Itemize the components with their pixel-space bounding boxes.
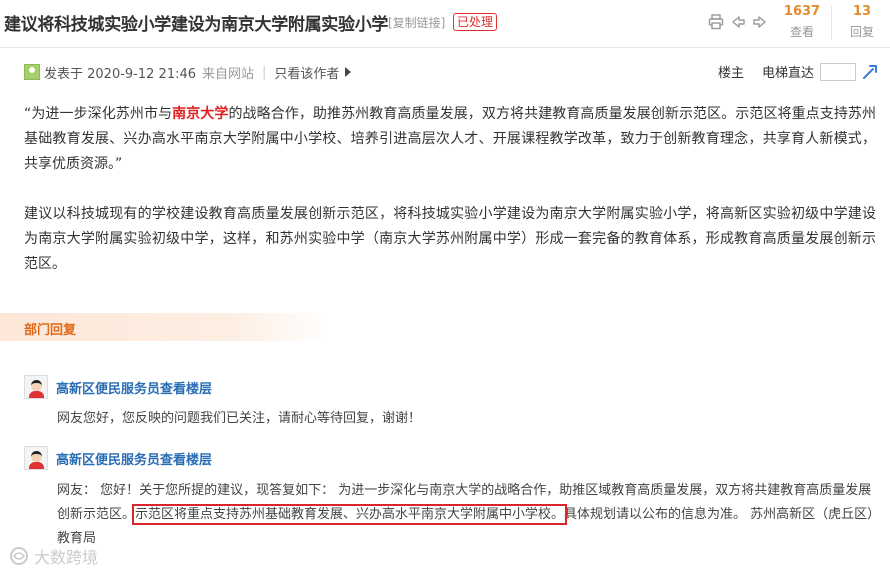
post-content: “为进一步深化苏州市与南京大学的战略合作，助推苏州教育高质量发展，双方将共建教育… bbox=[24, 102, 876, 277]
previous-thread-icon[interactable] bbox=[730, 14, 746, 30]
reply-count-number: 13 bbox=[852, 4, 872, 19]
post-source: 来自网站 bbox=[202, 66, 255, 82]
thread-title: 建议将科技城实验小学建设为南京大学附属实验小学 bbox=[4, 15, 389, 35]
floor-number-input[interactable] bbox=[820, 62, 857, 81]
post-meta: 发表于 2020-9-12 21:46 来自网站 | 只看该作者 bbox=[24, 62, 352, 82]
status-badge: 已处理 bbox=[453, 13, 498, 31]
post-paragraph-2: 建议以科技城现有的学校建设教育高质量发展创新示范区，将科技城实验小学建设为南京大… bbox=[24, 206, 876, 272]
watermark-text: 大数跨境 bbox=[34, 548, 99, 567]
department-reply-title: 部门回复 bbox=[24, 323, 77, 338]
department-reply-banner: 部门回复 bbox=[0, 313, 330, 341]
stat-divider bbox=[831, 6, 832, 40]
posted-at: 发表于 2020-9-12 21:46 bbox=[44, 66, 197, 82]
view-count-number: 1637 bbox=[783, 4, 821, 19]
reply-author-link[interactable]: 高新区便民服务员查看楼层 bbox=[56, 449, 212, 468]
watermark-logo-icon bbox=[10, 547, 28, 565]
post-paragraph-1: “为进一步深化苏州市与南京大学的战略合作，助推苏州教育高质量发展，双方将共建教育… bbox=[24, 106, 877, 172]
floor-navigation: 楼主 电梯直达 bbox=[718, 62, 878, 81]
go-floor-icon[interactable] bbox=[862, 64, 878, 80]
reply-count: 13 回复 bbox=[844, 4, 880, 40]
reply-text: 网友您好，您反映的问题我们已关注，请耐心等待回复，谢谢！ bbox=[57, 411, 422, 426]
author-only-link[interactable]: 只看该作者 bbox=[274, 63, 339, 82]
reply-header: 高新区便民服务员查看楼层 bbox=[24, 374, 212, 400]
thread-owner-label: 楼主 bbox=[718, 66, 745, 81]
avatar bbox=[24, 375, 48, 399]
avatar bbox=[24, 446, 48, 470]
view-count-label: 查看 bbox=[789, 25, 814, 39]
triangle-right-icon bbox=[345, 67, 352, 77]
meta-separator: | bbox=[262, 64, 267, 80]
watermark: 大数跨境 bbox=[8, 544, 98, 568]
reply-count-label: 回复 bbox=[849, 25, 874, 39]
highlighted-keyword: 南京大学 bbox=[172, 106, 229, 122]
highlighted-reply-sentence: 示范区将重点支持苏州基础教育发展、兴办高水平南京大学附属中小学校。 bbox=[132, 504, 568, 525]
reply-author-link[interactable]: 高新区便民服务员查看楼层 bbox=[56, 378, 212, 397]
reply-header: 高新区便民服务员查看楼层 bbox=[24, 445, 212, 471]
toolbar bbox=[708, 14, 768, 30]
elevator-label: 电梯直达 bbox=[762, 66, 815, 81]
next-thread-icon[interactable] bbox=[752, 14, 768, 30]
view-count: 1637 查看 bbox=[782, 4, 822, 40]
online-user-icon bbox=[24, 64, 40, 80]
copy-link[interactable]: [复制链接] bbox=[388, 14, 445, 31]
thread-header: 建议将科技城实验小学建设为南京大学附属实验小学 [复制链接] 已处理 1637 … bbox=[0, 0, 890, 48]
print-icon[interactable] bbox=[708, 14, 724, 30]
reply-text: 网友： 您好！关于您所提的建议，现答复如下： 为进一步深化与南京大学的战略合作，… bbox=[57, 483, 874, 546]
